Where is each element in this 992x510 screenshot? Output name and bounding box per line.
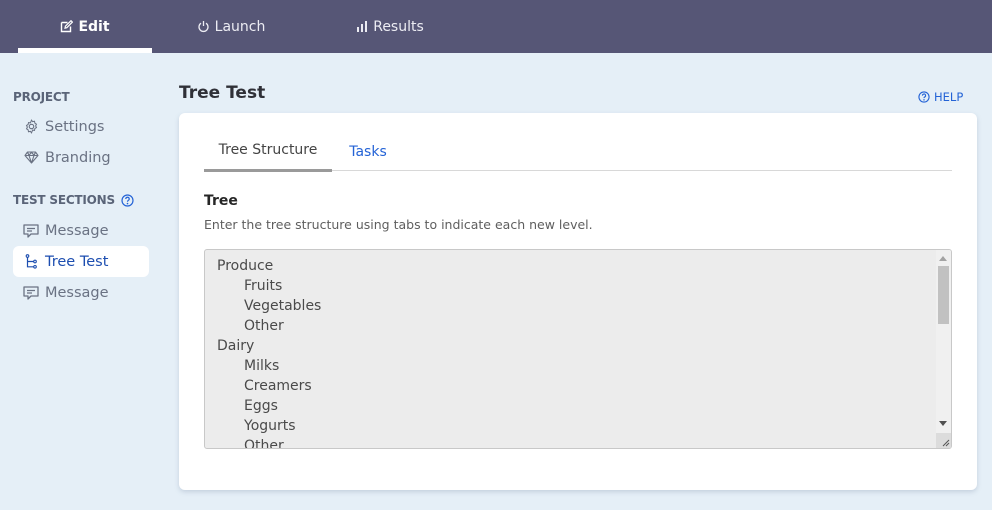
scroll-up-arrow-icon[interactable] (939, 256, 947, 261)
help-label: HELP (934, 90, 964, 104)
resize-handle-icon[interactable] (936, 433, 951, 448)
tree-line: Other (244, 438, 284, 449)
sidebar-item-branding[interactable]: Branding (13, 142, 149, 173)
sidebar-item-message-1[interactable]: Message (13, 215, 149, 246)
tab-tree-structure[interactable]: Tree Structure (204, 129, 332, 172)
sidebar-item-label: Message (45, 284, 109, 301)
sidebar-item-settings[interactable]: Settings (13, 111, 149, 142)
tab-results-label: Results (373, 18, 424, 35)
textarea-scrollbar[interactable] (936, 250, 951, 448)
project-heading-text: PROJECT (13, 90, 70, 104)
sidebar-item-label: Message (45, 222, 109, 239)
sidebar-item-tree-test[interactable]: Tree Test (13, 246, 149, 277)
tab-edit-label: Edit (78, 18, 110, 35)
tree-line: Fruits (244, 278, 283, 294)
tree-line: Vegetables (244, 298, 322, 314)
tab-edit[interactable]: Edit (18, 0, 152, 53)
scroll-down-arrow-icon[interactable] (939, 421, 947, 426)
tab-launch-label: Launch (214, 18, 266, 35)
sidebar-item-label: Branding (45, 149, 111, 166)
tree-line: Creamers (244, 378, 312, 394)
tree-icon (23, 254, 39, 269)
tree-line: Eggs (244, 398, 278, 414)
help-link[interactable]: HELP (918, 90, 963, 104)
tab-tree-structure-label: Tree Structure (218, 142, 318, 158)
tree-structure-content: Produce Fruits Vegetables Other Dairy Milks Cr… (217, 256, 322, 449)
message-icon (23, 285, 39, 300)
bar-chart-icon (356, 20, 368, 33)
project-heading: PROJECT (13, 90, 70, 104)
tree-field-label: Tree (204, 193, 238, 209)
tree-line: Milks (244, 358, 280, 374)
power-icon (197, 20, 210, 33)
tree-line: Yogurts (244, 418, 296, 434)
tree-line: Dairy (217, 338, 255, 354)
tab-launch[interactable]: Launch (180, 0, 282, 53)
sidebar-item-label: Tree Test (45, 253, 109, 270)
tree-line: Other (244, 318, 284, 334)
tab-tasks[interactable]: Tasks (332, 133, 404, 171)
tree-field-help: Enter the tree structure using tabs to i… (204, 217, 593, 232)
page-title: Tree Test (179, 83, 266, 103)
diamond-icon (23, 151, 39, 164)
scrollbar-thumb[interactable] (938, 266, 949, 324)
help-circle-icon (918, 91, 930, 103)
top-nav: Edit Launch Results (0, 0, 992, 53)
edit-icon (60, 20, 74, 33)
test-sections-heading-text: TEST SECTIONS (13, 193, 115, 207)
content-tabs: Tree Structure Tasks (204, 133, 952, 172)
message-icon (23, 223, 39, 238)
test-sections-heading: TEST SECTIONS (13, 193, 134, 207)
sidebar-item-label: Settings (45, 118, 105, 135)
tree-structure-textarea[interactable]: Produce Fruits Vegetables Other Dairy Milks Cr… (204, 249, 952, 449)
sidebar-item-message-2[interactable]: Message (13, 277, 149, 308)
tab-results[interactable]: Results (340, 0, 440, 53)
tree-test-card: Tree Structure Tasks Tree Enter the tree… (179, 113, 977, 490)
help-circle-icon[interactable] (121, 193, 134, 207)
tree-line: Produce (217, 258, 274, 274)
gear-icon (23, 119, 39, 134)
tab-tasks-label: Tasks (349, 144, 387, 160)
